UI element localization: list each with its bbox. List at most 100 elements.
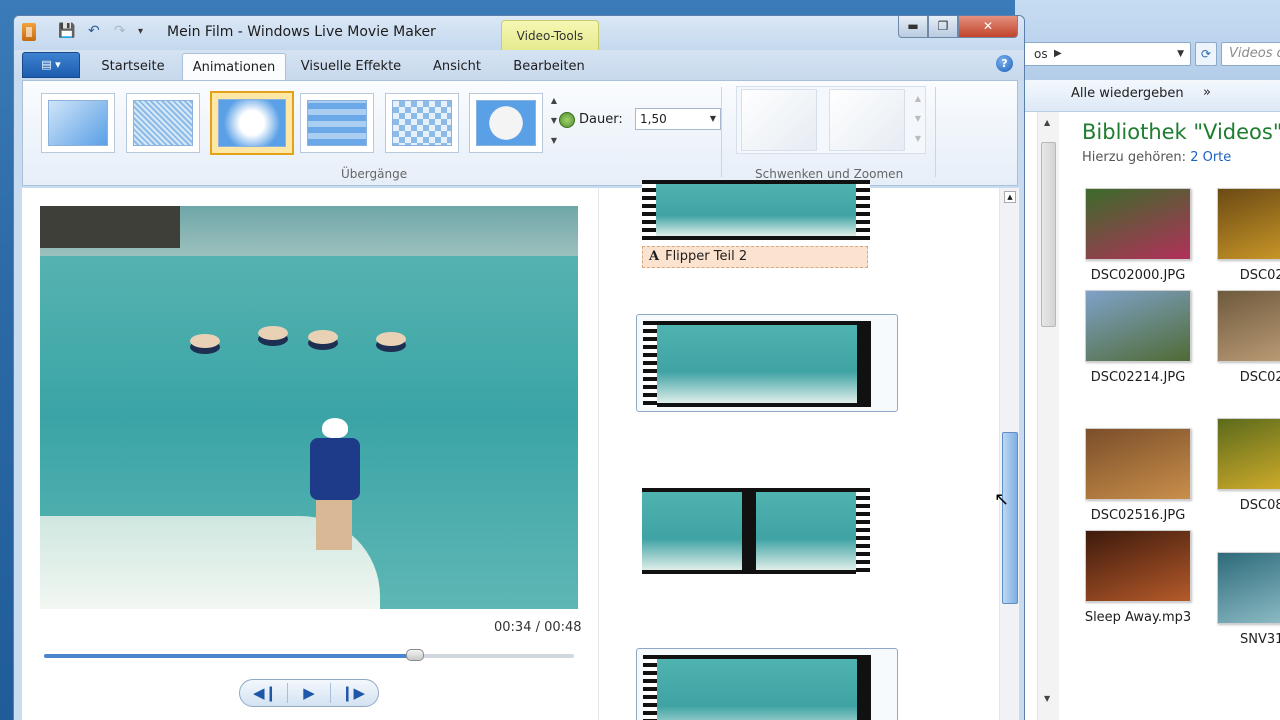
tab-animationen[interactable]: Animationen <box>182 53 286 80</box>
seek-thumb[interactable] <box>406 649 424 661</box>
scroll-up-icon[interactable]: ▲ <box>1044 118 1050 127</box>
refresh-icon[interactable]: ⟳ <box>1195 42 1217 66</box>
library-item[interactable]: DSC0226 <box>1215 290 1280 385</box>
group-separator <box>935 87 936 177</box>
thumbnail-image <box>1085 428 1191 500</box>
library-item[interactable]: DSC02214.JPG <box>1083 290 1193 385</box>
scroll-thumb[interactable] <box>1002 432 1018 604</box>
tab-ansicht[interactable]: Ansicht <box>418 53 496 80</box>
library-item[interactable]: DSC0838 <box>1215 418 1280 513</box>
address-text: os <box>1034 47 1048 61</box>
panzoom-scroll[interactable]: ▲ ▼ ▼ <box>911 89 925 151</box>
duration-icon <box>559 112 575 128</box>
scroll-down-icon[interactable]: ▼ <box>1044 694 1050 703</box>
library-item[interactable]: SNV3102 <box>1215 552 1280 647</box>
thumbnail-caption: DSC0214 <box>1239 268 1280 283</box>
thumbnail-caption: SNV3102 <box>1240 632 1280 647</box>
library-sub-prefix: Hierzu gehören: <box>1082 150 1187 165</box>
chevron-down-icon[interactable]: ▼ <box>710 109 716 129</box>
thumbnail-caption: DSC02516.JPG <box>1090 508 1186 523</box>
library-locations-link[interactable]: 2 Orte <box>1190 150 1231 165</box>
playback-controls: ◀❙ ▶ ❙▶ <box>239 679 379 707</box>
explorer-window: os ▶ ▼ ⟳ Videos du Alle wiedergeben » ▲ … <box>1015 0 1280 720</box>
play-all-button[interactable]: Alle wiedergeben <box>1071 86 1184 101</box>
previous-frame-icon[interactable]: ◀❙ <box>243 683 287 703</box>
close-button[interactable]: ✕ <box>958 16 1018 38</box>
breadcrumb-arrow-icon[interactable]: ▶ <box>1054 43 1062 65</box>
preview-pane: 00:34 / 00:48 ◀❙ ▶ ❙▶ <box>22 188 598 720</box>
help-icon[interactable]: ? <box>996 55 1013 72</box>
window-title: Mein Film - Windows Live Movie Maker <box>167 24 436 40</box>
panzoom-none[interactable] <box>741 89 817 151</box>
tab-startseite[interactable]: Startseite <box>92 53 174 80</box>
address-bar[interactable]: os ▶ ▼ <box>1023 42 1191 66</box>
group-separator <box>721 87 722 177</box>
more-commands-icon[interactable]: » <box>1203 85 1211 100</box>
movie-maker-window: 💾 ↶ ↷ ▾ Mein Film - Windows Live Movie M… <box>13 15 1025 720</box>
thumbnail-image <box>1085 188 1191 260</box>
tab-bearbeiten[interactable]: Bearbeiten <box>504 53 594 80</box>
library-item[interactable]: DSC02516.JPG <box>1083 428 1193 523</box>
thumbnail-image <box>1217 552 1280 624</box>
minimize-button[interactable]: ▬ <box>898 16 928 38</box>
duration-select[interactable]: 1,50 ▼ <box>635 108 721 130</box>
search-input[interactable]: Videos du <box>1221 42 1280 66</box>
play-icon[interactable]: ▶ <box>287 683 331 703</box>
thumbnail-caption: DSC02000.JPG <box>1090 268 1186 283</box>
gallery-up-icon[interactable]: ▲ <box>547 91 561 111</box>
storyboard-scrollbar[interactable]: ▲ <box>999 188 1019 720</box>
thumbnail-caption: DSC02214.JPG <box>1090 370 1186 385</box>
redo-icon[interactable]: ↷ <box>114 23 126 39</box>
caption-item[interactable]: A Flipper Teil 2 <box>642 246 868 268</box>
panzoom-auto[interactable] <box>829 89 905 151</box>
undo-icon[interactable]: ↶ <box>88 23 100 39</box>
quick-access-dropdown-icon[interactable]: ▾ <box>138 26 143 37</box>
transition-circle[interactable] <box>469 93 543 153</box>
context-tab-video-tools: Video-Tools <box>501 20 599 54</box>
scroll-up-icon[interactable]: ▲ <box>1004 191 1016 203</box>
caption-text: Flipper Teil 2 <box>665 249 748 264</box>
thumbnail-caption: DSC0226 <box>1239 370 1280 385</box>
transition-checkerboard[interactable] <box>385 93 459 153</box>
library-item[interactable]: DSC02000.JPG <box>1083 188 1193 283</box>
transition-pixelate[interactable] <box>210 91 294 155</box>
storyboard-clip[interactable] <box>642 180 870 240</box>
duration-value: 1,50 <box>640 112 667 126</box>
thumbnail-image <box>1085 290 1191 362</box>
app-menu-button[interactable]: ▤ ▾ <box>22 52 80 78</box>
mouse-cursor-icon: ↖ <box>994 489 1010 510</box>
explorer-command-bar: Alle wiedergeben » <box>1015 80 1280 112</box>
library-title: Bibliothek "Videos" <box>1082 120 1280 144</box>
transition-cross-fade[interactable] <box>41 93 115 153</box>
explorer-nav-scrollbar[interactable]: ▲ ▼ <box>1037 112 1059 720</box>
address-dropdown-icon[interactable]: ▼ <box>1177 43 1184 65</box>
app-icon[interactable] <box>22 23 36 41</box>
time-display: 00:34 / 00:48 <box>494 620 582 635</box>
library-subtitle: Hierzu gehören: 2 Orte <box>1082 150 1231 165</box>
seek-progress <box>44 654 415 658</box>
video-preview[interactable] <box>40 206 578 609</box>
thumbnail-image <box>1217 188 1280 260</box>
storyboard-clip-selected[interactable] <box>636 314 898 412</box>
seek-bar[interactable] <box>44 649 574 661</box>
library-item[interactable]: Sleep Away.mp3 <box>1083 530 1193 625</box>
thumbnail-caption: DSC0838 <box>1239 498 1280 513</box>
transition-dissolve[interactable] <box>126 93 200 153</box>
ribbon: ▲ ▼ ▼ Übergänge Dauer: 1,50 ▼ ▲ ▼ ▼ Schwen… <box>22 80 1018 186</box>
next-frame-icon[interactable]: ❙▶ <box>331 683 375 703</box>
transition-mosaic[interactable] <box>300 93 374 153</box>
save-icon[interactable]: 💾 <box>58 23 75 39</box>
maximize-button[interactable]: ❐ <box>928 16 958 38</box>
storyboard: A Flipper Teil 2 ▲ <box>598 180 1019 720</box>
thumbnail-image <box>1217 290 1280 362</box>
storyboard-clip[interactable] <box>636 648 898 720</box>
ribbon-tabs: ▤ ▾ Startseite Animationen Visuelle Effe… <box>14 50 1024 80</box>
library-item[interactable]: DSC0214 <box>1215 188 1280 283</box>
tab-visuelle-effekte[interactable]: Visuelle Effekte <box>294 53 408 80</box>
gallery-expand-icon[interactable]: ▼ <box>547 131 561 151</box>
scroll-thumb[interactable] <box>1041 142 1056 327</box>
title-bar: 💾 ↶ ↷ ▾ Mein Film - Windows Live Movie M… <box>14 16 1024 54</box>
storyboard-clip[interactable] <box>642 488 870 574</box>
video-trainer <box>302 418 364 553</box>
text-icon: A <box>649 249 660 264</box>
